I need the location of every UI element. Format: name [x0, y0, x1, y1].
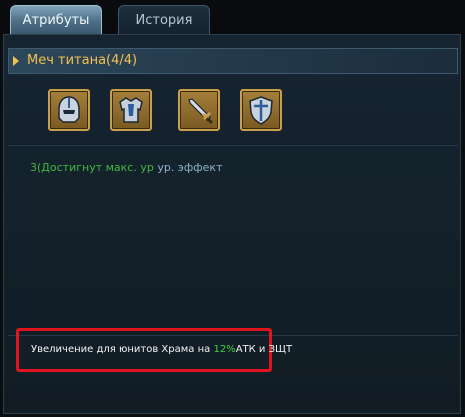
tab-attributes[interactable]: Атрибуты: [10, 5, 102, 34]
tab-bar: Атрибуты История: [0, 0, 465, 36]
bonus-prefix: Увеличение для юнитов Храма на: [31, 344, 214, 355]
armor-icon[interactable]: [110, 89, 152, 131]
header-marker-icon: [13, 56, 19, 66]
set-header: Меч титана(4/4): [8, 48, 458, 74]
set-title: Меч титана(4/4): [27, 53, 138, 68]
tab-history[interactable]: История: [118, 5, 210, 34]
effect-max-level: 3(Достигнут макс. ур: [30, 161, 154, 174]
divider: [8, 145, 458, 146]
set-bonus-highlight: Увеличение для юнитов Храма на 12%АТК и …: [16, 328, 292, 372]
set-bonus-text: Увеличение для юнитов Храма на 12%АТК и …: [31, 344, 292, 355]
helmet-icon[interactable]: [48, 89, 90, 131]
bonus-percent: 12%: [213, 344, 236, 355]
sword-icon[interactable]: [178, 89, 220, 131]
bonus-suffix: АТК и ЗЩТ: [235, 344, 293, 355]
effect-label: ур. эффект: [153, 161, 223, 174]
effect-level-text: 3(Достигнут макс. ур ур. эффект: [30, 161, 222, 174]
attributes-panel: Меч титана(4/4) 3(Достигнут макс. ур ур.…: [3, 34, 461, 414]
shield-icon[interactable]: [240, 89, 282, 131]
